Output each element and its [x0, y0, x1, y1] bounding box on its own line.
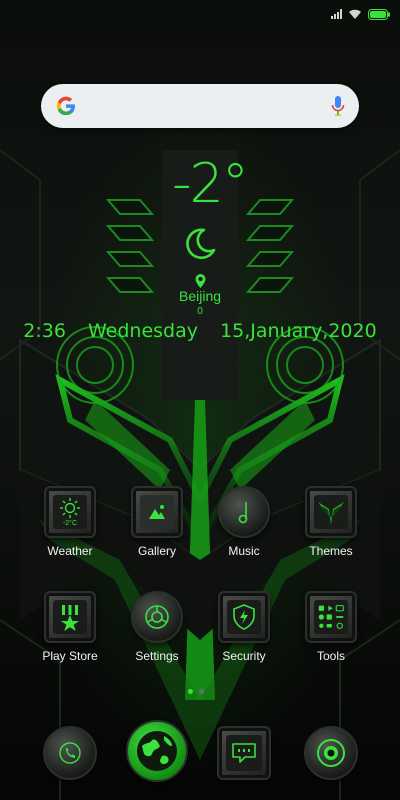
air-quality-value: 0: [197, 306, 203, 317]
app-play-store[interactable]: Play Store: [30, 591, 110, 663]
app-label: Security: [222, 649, 266, 663]
app-gallery[interactable]: Gallery: [117, 486, 197, 558]
clock-date-line[interactable]: 2:36 Wednesday 15,January,2020: [0, 320, 400, 342]
messages-icon: [232, 743, 256, 763]
clock-date: 15,January,2020: [220, 320, 377, 342]
music-note-icon: [238, 502, 248, 524]
status-bar: [331, 6, 390, 22]
settings-app-icon: [131, 591, 183, 643]
app-tools[interactable]: Tools: [291, 591, 371, 663]
settings-icon: [145, 605, 169, 629]
location-pin-icon: [195, 274, 206, 288]
page-dot-active: [188, 689, 193, 694]
google-g-icon: [56, 96, 75, 116]
phone-icon: [59, 742, 81, 764]
security-app-icon: [218, 591, 270, 643]
play-store-icon: [61, 605, 79, 631]
weather-icon-temp: -2°C: [62, 520, 78, 527]
moon-icon: [186, 228, 216, 260]
sun-icon: [60, 498, 80, 518]
music-app-icon: [218, 486, 270, 538]
app-label: Settings: [135, 649, 179, 663]
signal-icon: [331, 9, 342, 19]
shield-icon: [233, 604, 255, 630]
camera-icon: [317, 739, 345, 767]
browser-globe-icon: [137, 731, 177, 771]
app-weather[interactable]: -2°C Weather: [30, 486, 110, 558]
app-label: Tools: [316, 649, 345, 663]
weather-app-icon: -2°C: [44, 486, 96, 538]
app-label: Gallery: [137, 544, 176, 558]
dock-messages[interactable]: [204, 726, 284, 780]
app-label: Music: [228, 544, 260, 558]
page-indicator: [188, 689, 204, 694]
battery-icon: [368, 8, 390, 20]
app-security[interactable]: Security: [204, 591, 284, 663]
app-label: Play Store: [42, 649, 98, 663]
messages-app-icon: [217, 726, 271, 780]
clock-day: Wednesday: [88, 320, 199, 342]
themes-app-icon: [305, 486, 357, 538]
mic-icon[interactable]: [331, 95, 345, 117]
browser-app-icon: [126, 720, 188, 782]
image-icon: [149, 505, 165, 519]
tools-app-icon: [305, 591, 357, 643]
app-settings[interactable]: Settings: [117, 591, 197, 663]
camera-app-icon: [304, 726, 358, 780]
wifi-icon: [349, 9, 361, 19]
dock-phone[interactable]: [30, 726, 110, 780]
city-name: Beijing: [178, 288, 222, 304]
phone-app-icon: [43, 726, 97, 780]
page-dot: [199, 689, 204, 694]
themes-icon: [318, 502, 344, 525]
app-label: Themes: [309, 544, 353, 558]
gallery-app-icon: [131, 486, 183, 538]
app-label: Weather: [47, 544, 93, 558]
clock-time: 2:36: [23, 320, 66, 342]
app-themes[interactable]: Themes: [291, 486, 371, 558]
dock-camera[interactable]: [291, 726, 371, 780]
tools-icon: [318, 605, 344, 629]
temperature[interactable]: -2°: [172, 154, 249, 214]
play-store-app-icon: [44, 591, 96, 643]
dock-browser[interactable]: [117, 720, 197, 782]
app-music[interactable]: Music: [204, 486, 284, 558]
google-search-bar[interactable]: [41, 84, 359, 128]
